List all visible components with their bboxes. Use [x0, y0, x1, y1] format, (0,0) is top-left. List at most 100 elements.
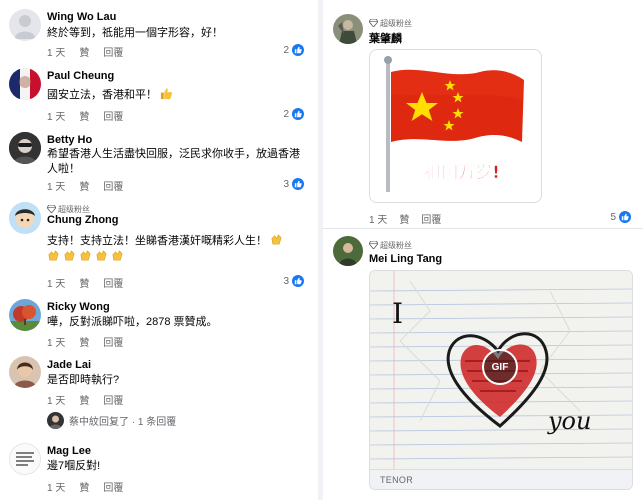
- reply-link[interactable]: 回覆: [421, 215, 441, 226]
- comment-actions: 1 天 贊 回覆: [47, 479, 137, 494]
- reaction-count[interactable]: 3: [283, 178, 304, 190]
- photo-avatar-icon[interactable]: [9, 132, 41, 164]
- gif-play-badge[interactable]: GIF: [482, 349, 518, 385]
- comment-text: 希望香港人生活盡快回服，泛民求你收手，放過香港人啦！: [47, 148, 300, 175]
- like-link[interactable]: 贊: [79, 48, 89, 59]
- clapping-hands-emoji: [47, 249, 60, 262]
- like-count: 2: [283, 44, 289, 56]
- comment-item: Betty Ho 希望香港人生活盡快回服，泛民求你收手，放過香港人啦！ 1 天 贊…: [0, 130, 318, 194]
- tree-avatar-icon[interactable]: [9, 299, 41, 331]
- reaction-count[interactable]: 2: [283, 44, 304, 56]
- portrait-avatar-icon[interactable]: [9, 356, 41, 388]
- comment-text-content: 國安立法，香港和平！: [47, 89, 157, 101]
- reply-link[interactable]: 回覆: [103, 338, 123, 349]
- badge-label: 超级粉丝: [58, 205, 90, 214]
- reply-link[interactable]: 回覆: [103, 112, 123, 123]
- clapping-hands-emoji: [79, 249, 92, 262]
- reply-link[interactable]: 回覆: [103, 182, 123, 193]
- comment-actions: 1 天 贊 回覆: [47, 275, 137, 290]
- commenter-name[interactable]: Mei Ling Tang: [369, 253, 442, 265]
- comment-time: 1 天: [47, 483, 66, 494]
- reply-link[interactable]: 回覆: [103, 396, 123, 407]
- like-link[interactable]: 贊: [79, 112, 89, 123]
- commenter-name[interactable]: Jade Lai: [47, 359, 91, 371]
- clapping-hands-emoji: [95, 249, 108, 262]
- comment-text: 國安立法，香港和平！: [47, 87, 309, 103]
- commenter-name[interactable]: Chung Zhong: [47, 214, 118, 226]
- like-link[interactable]: 贊: [79, 396, 89, 407]
- comment-actions: 1 天贊 回覆: [369, 211, 453, 226]
- reply-link[interactable]: 回覆: [103, 279, 123, 290]
- comment-actions: 1 天 贊 回覆: [47, 44, 137, 59]
- like-reaction-icon: [292, 44, 304, 56]
- reaction-count[interactable]: 2: [283, 108, 304, 120]
- comment-text: 支持！支持立法！坐睇香港漢奸嘅精彩人生！: [47, 233, 309, 265]
- china-flag-sticker-image: 祖国万岁!: [384, 56, 524, 192]
- comment-actions: 1 天 贊 回覆: [47, 178, 137, 193]
- like-link[interactable]: 贊: [79, 182, 89, 193]
- clapping-hands-emoji: [270, 233, 283, 246]
- text-avatar-icon[interactable]: [9, 443, 41, 475]
- like-reaction-icon: [292, 275, 304, 287]
- comment-text: 是否即時執行?: [47, 374, 120, 386]
- like-count: 3: [283, 178, 289, 190]
- view-replies-link[interactable]: 蔡中紋回复了 · 1 条回覆: [47, 412, 176, 429]
- comment-item: Paul Cheung 國安立法，香港和平！ 1 天 贊 回覆 2: [0, 62, 318, 130]
- commenter-name[interactable]: Ricky Wong: [47, 301, 110, 313]
- comment-text: 邊7嗰反對!: [47, 460, 101, 472]
- like-count: 5: [610, 211, 616, 223]
- sticker-slogan: 祖国万岁!: [423, 162, 500, 183]
- commenter-name[interactable]: Paul Cheung: [47, 70, 114, 82]
- flag-avatar-icon[interactable]: [9, 68, 41, 100]
- cartoon-avatar-icon[interactable]: [9, 202, 41, 234]
- like-count: 3: [283, 275, 289, 287]
- like-link[interactable]: 贊: [79, 338, 89, 349]
- like-link[interactable]: 贊: [79, 483, 89, 494]
- comment-time: 1 天: [47, 279, 66, 290]
- commenter-name[interactable]: Betty Ho: [47, 134, 92, 146]
- comment-actions: 1 天 贊 回覆: [47, 392, 137, 407]
- reply-author-avatar-icon: [47, 412, 64, 429]
- super-fan-badge: 超级粉丝: [369, 240, 412, 251]
- blank-avatar-icon[interactable]: [9, 9, 41, 41]
- comment-text: 嘩，反對派睇吓啦，2878 票贊成。: [47, 316, 218, 328]
- gif-attachment[interactable]: I you GIF TENOR: [369, 270, 633, 490]
- comment-time: 1 天: [47, 48, 66, 59]
- diamond-icon: [369, 241, 378, 249]
- comments-panel-left: Wing Wo Lau 終於等到，祗能用一個字形容，好！ 1 天贊回覆 2 Pa…: [0, 0, 318, 500]
- reply-link[interactable]: 回覆: [103, 483, 123, 494]
- like-reaction-icon: [292, 108, 304, 120]
- commenter-name[interactable]: 葉肇麟: [369, 30, 402, 46]
- commenter-name[interactable]: Mag Lee: [47, 445, 91, 457]
- comment-time: 1 天: [369, 215, 388, 226]
- like-reaction-icon: [619, 211, 631, 223]
- gif-source-label[interactable]: TENOR: [370, 469, 632, 489]
- comment-item: Wing Wo Lau 終於等到，祗能用一個字形容，好！ 1 天 贊 回覆 2: [0, 0, 318, 62]
- badge-label: 超级粉丝: [380, 19, 412, 28]
- section-divider: [323, 228, 643, 229]
- commenter-name[interactable]: Wing Wo Lau: [47, 11, 116, 23]
- like-count: 2: [283, 108, 289, 120]
- comments-panel-right: 超级粉丝 葉肇麟 祖国万岁! 1 天贊 回覆 5 超级粉丝 Mei Ling Ta…: [323, 0, 643, 500]
- thumbs-up-emoji: [160, 87, 173, 100]
- comment-time: 1 天: [47, 338, 66, 349]
- like-link[interactable]: 贊: [79, 279, 89, 290]
- comment-time: 1 天: [47, 182, 66, 193]
- comment-time: 1 天: [47, 396, 66, 407]
- landscape-avatar-icon[interactable]: [333, 236, 363, 266]
- comment-text: 終於等到，祗能用一個字形容，好！: [47, 27, 223, 39]
- clapping-hands-emoji: [63, 249, 76, 262]
- warrior-avatar-icon[interactable]: [333, 14, 363, 44]
- reply-link[interactable]: 回覆: [103, 48, 123, 59]
- reaction-count[interactable]: 3: [283, 275, 304, 287]
- comment-item: Ricky Wong 嘩，反對派睇吓啦，2878 票贊成。 1 天 贊 回覆: [0, 296, 318, 352]
- flag-sticker[interactable]: 祖国万岁!: [369, 49, 542, 203]
- comment-item: Mag Lee 邊7嗰反對! 1 天 贊 回覆: [0, 440, 318, 500]
- diamond-icon: [369, 19, 378, 27]
- gif-word-you: you: [547, 407, 591, 435]
- like-reaction-icon: [292, 178, 304, 190]
- comment-text-content: 支持！支持立法！坐睇香港漢奸嘅精彩人生！: [47, 235, 267, 247]
- like-link[interactable]: 贊: [399, 215, 409, 226]
- badge-label: 超级粉丝: [380, 241, 412, 250]
- reaction-count[interactable]: 5: [610, 211, 631, 223]
